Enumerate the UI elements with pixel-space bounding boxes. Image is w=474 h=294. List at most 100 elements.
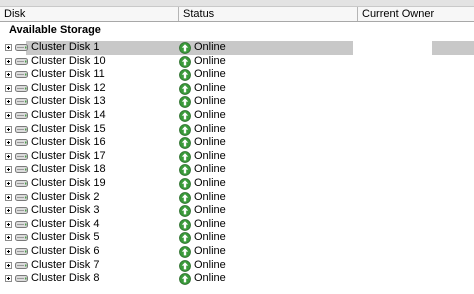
online-up-arrow-icon	[179, 273, 191, 285]
disk-row[interactable]: Cluster Disk 17 Online	[0, 150, 474, 164]
disk-row[interactable]: Cluster Disk 5 Online	[0, 231, 474, 245]
disk-name: Cluster Disk 7	[31, 258, 100, 271]
disk-drive-icon	[15, 234, 28, 242]
disk-row[interactable]: Cluster Disk 15 Online	[0, 123, 474, 137]
disk-drive-icon	[15, 275, 28, 283]
status-text: Online	[194, 217, 226, 230]
expand-plus-icon[interactable]	[5, 152, 12, 160]
online-up-arrow-icon	[179, 110, 191, 122]
disk-row[interactable]: Cluster Disk 14 Online	[0, 109, 474, 123]
expand-plus-icon[interactable]	[5, 139, 12, 147]
status-text: Online	[194, 176, 226, 189]
disk-drive-icon	[15, 193, 28, 201]
expand-plus-icon[interactable]	[5, 220, 12, 228]
disk-name: Cluster Disk 19	[31, 176, 106, 189]
disk-drive-icon	[15, 71, 28, 79]
disk-name: Cluster Disk 10	[31, 54, 106, 67]
online-up-arrow-icon	[179, 123, 191, 136]
online-up-arrow-icon	[179, 55, 191, 68]
disk-row[interactable]: Cluster Disk 4 Online	[0, 218, 474, 232]
disk-drive-icon	[15, 125, 28, 133]
online-up-arrow-icon	[179, 96, 191, 109]
online-up-arrow-icon	[179, 178, 191, 190]
top-scroll-strip	[0, 0, 474, 7]
column-header-current-owner[interactable]: Current Owner	[358, 7, 474, 21]
status-text: Online	[194, 163, 226, 176]
disk-drive-icon	[15, 98, 28, 106]
expand-plus-icon[interactable]	[5, 71, 12, 79]
disk-drive-icon	[15, 220, 28, 228]
status-text: Online	[194, 149, 226, 162]
expand-plus-icon[interactable]	[5, 207, 12, 215]
status-text: Online	[194, 190, 226, 203]
status-text: Online	[194, 136, 226, 149]
expand-plus-icon[interactable]	[5, 111, 12, 119]
disk-name: Cluster Disk 5	[31, 231, 100, 244]
status-text: Online	[194, 41, 226, 53]
disk-row[interactable]: Cluster Disk 1 Online	[0, 41, 474, 55]
disk-list: Cluster Disk 1 Online Cluster Disk 10 Onlin…	[0, 41, 474, 286]
online-up-arrow-icon	[179, 205, 191, 218]
expand-plus-icon[interactable]	[5, 234, 12, 242]
status-text: Online	[194, 204, 226, 217]
disk-row[interactable]: Cluster Disk 19 Online	[0, 177, 474, 191]
disk-name: Cluster Disk 16	[31, 136, 106, 149]
status-text: Online	[194, 244, 226, 257]
online-up-arrow-icon	[179, 150, 191, 163]
expand-plus-icon[interactable]	[5, 166, 12, 174]
disk-drive-icon	[15, 207, 28, 215]
expand-plus-icon[interactable]	[5, 98, 12, 106]
expand-plus-icon[interactable]	[5, 84, 12, 92]
online-up-arrow-icon	[179, 137, 191, 150]
expand-plus-icon[interactable]	[5, 179, 12, 187]
disk-name: Cluster Disk 1	[31, 41, 100, 53]
disk-drive-icon	[15, 57, 28, 65]
online-up-arrow-icon	[179, 191, 191, 204]
expand-plus-icon[interactable]	[5, 57, 12, 65]
column-header-disk[interactable]: Disk	[0, 7, 179, 21]
disk-drive-icon	[15, 152, 28, 160]
status-text: Online	[194, 95, 226, 108]
disk-row[interactable]: Cluster Disk 11 Online	[0, 68, 474, 82]
disk-name: Cluster Disk 8	[31, 272, 100, 285]
disk-name: Cluster Disk 14	[31, 108, 106, 121]
online-up-arrow-icon	[179, 82, 191, 95]
disk-row[interactable]: Cluster Disk 7 Online	[0, 259, 474, 273]
group-title-available-storage: Available Storage	[9, 24, 101, 36]
disk-row[interactable]: Cluster Disk 12 Online	[0, 82, 474, 96]
disk-name: Cluster Disk 2	[31, 190, 100, 203]
expand-plus-icon[interactable]	[5, 247, 12, 255]
expand-plus-icon[interactable]	[5, 125, 12, 133]
disk-drive-icon	[15, 139, 28, 147]
disk-drive-icon	[15, 111, 28, 119]
disk-row[interactable]: Cluster Disk 18 Online	[0, 163, 474, 177]
disk-drive-icon	[15, 247, 28, 255]
disk-name: Cluster Disk 12	[31, 81, 106, 94]
disk-row[interactable]: Cluster Disk 6 Online	[0, 245, 474, 259]
online-up-arrow-icon	[179, 69, 191, 82]
status-text: Online	[194, 231, 226, 244]
disk-row[interactable]: Cluster Disk 3 Online	[0, 204, 474, 218]
status-text: Online	[194, 108, 226, 121]
list-header: Disk Status Current Owner	[0, 7, 474, 22]
disk-row[interactable]: Cluster Disk 8 Online	[0, 272, 474, 286]
row-selection-highlight-owner	[432, 41, 474, 55]
disk-row[interactable]: Cluster Disk 13 Online	[0, 95, 474, 109]
disk-row[interactable]: Cluster Disk 16 Online	[0, 136, 474, 150]
disk-name: Cluster Disk 6	[31, 244, 100, 257]
disk-row[interactable]: Cluster Disk 10 Online	[0, 55, 474, 69]
expand-plus-icon[interactable]	[5, 44, 12, 51]
disk-name: Cluster Disk 18	[31, 163, 106, 176]
disk-name: Cluster Disk 15	[31, 122, 106, 135]
status-text: Online	[194, 54, 226, 67]
online-up-arrow-icon	[179, 42, 191, 54]
disk-name: Cluster Disk 3	[31, 204, 100, 217]
status-text: Online	[194, 272, 226, 285]
online-up-arrow-icon	[179, 259, 191, 272]
disk-row[interactable]: Cluster Disk 2 Online	[0, 191, 474, 205]
expand-plus-icon[interactable]	[5, 275, 12, 283]
expand-plus-icon[interactable]	[5, 261, 12, 269]
column-header-status[interactable]: Status	[179, 7, 358, 21]
expand-plus-icon[interactable]	[5, 193, 12, 201]
disk-name: Cluster Disk 17	[31, 149, 106, 162]
